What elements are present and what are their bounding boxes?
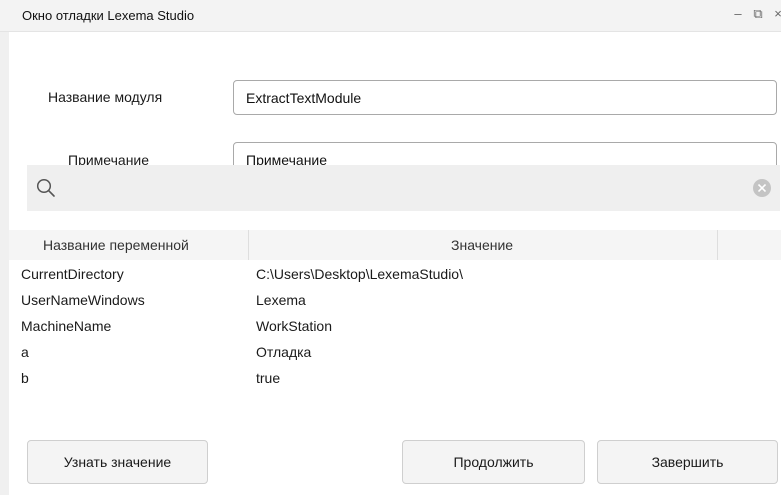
variable-value-cell: Lexema	[256, 292, 306, 308]
table-row[interactable]: CurrentDirectory C:\Users\Desktop\Lexema…	[0, 262, 781, 288]
restore-icon[interactable]: ⧉	[751, 6, 765, 22]
search-input[interactable]	[27, 165, 780, 211]
table-row[interactable]: MachineName WorkStation	[0, 314, 781, 340]
variable-value-cell: Отладка	[256, 344, 312, 360]
variable-name-cell: UserNameWindows	[21, 292, 145, 308]
table-row[interactable]: UserNameWindows Lexema	[0, 288, 781, 314]
column-divider[interactable]	[717, 230, 718, 260]
close-icon[interactable]: ×	[771, 6, 781, 22]
window-title: Окно отладки Lexema Studio	[22, 8, 195, 23]
column-divider[interactable]	[248, 230, 249, 260]
debug-window: Окно отладки Lexema Studio – ⧉ × Названи…	[0, 0, 781, 495]
continue-button[interactable]: Продолжить	[402, 440, 585, 484]
variable-value-cell: C:\Users\Desktop\LexemaStudio\	[256, 266, 463, 282]
title-bar[interactable]: Окно отладки Lexema Studio – ⧉ ×	[0, 0, 781, 32]
table-row[interactable]: a Отладка	[0, 340, 781, 366]
minimize-icon[interactable]: –	[731, 6, 745, 22]
variables-table: CurrentDirectory C:\Users\Desktop\Lexema…	[0, 262, 781, 392]
module-name-label: Название модуля	[48, 89, 163, 105]
column-header-variable[interactable]: Название переменной	[43, 237, 189, 253]
search-icon	[36, 178, 55, 197]
variable-value-cell: WorkStation	[256, 318, 332, 334]
get-value-button[interactable]: Узнать значение	[27, 440, 208, 484]
finish-button[interactable]: Завершить	[597, 440, 778, 484]
table-header: Название переменной Значение	[9, 230, 781, 260]
variable-name-cell: a	[21, 344, 29, 360]
clear-icon[interactable]	[753, 179, 771, 197]
variable-name-cell: MachineName	[21, 318, 112, 334]
table-row[interactable]: b true	[0, 366, 781, 392]
window-controls: – ⧉ ×	[731, 6, 781, 22]
variable-name-cell: CurrentDirectory	[21, 266, 124, 282]
variable-name-cell: b	[21, 370, 29, 386]
variable-value-cell: true	[256, 370, 281, 386]
module-name-input[interactable]: ExtractTextModule	[233, 80, 777, 115]
column-header-value[interactable]: Значение	[451, 237, 513, 253]
